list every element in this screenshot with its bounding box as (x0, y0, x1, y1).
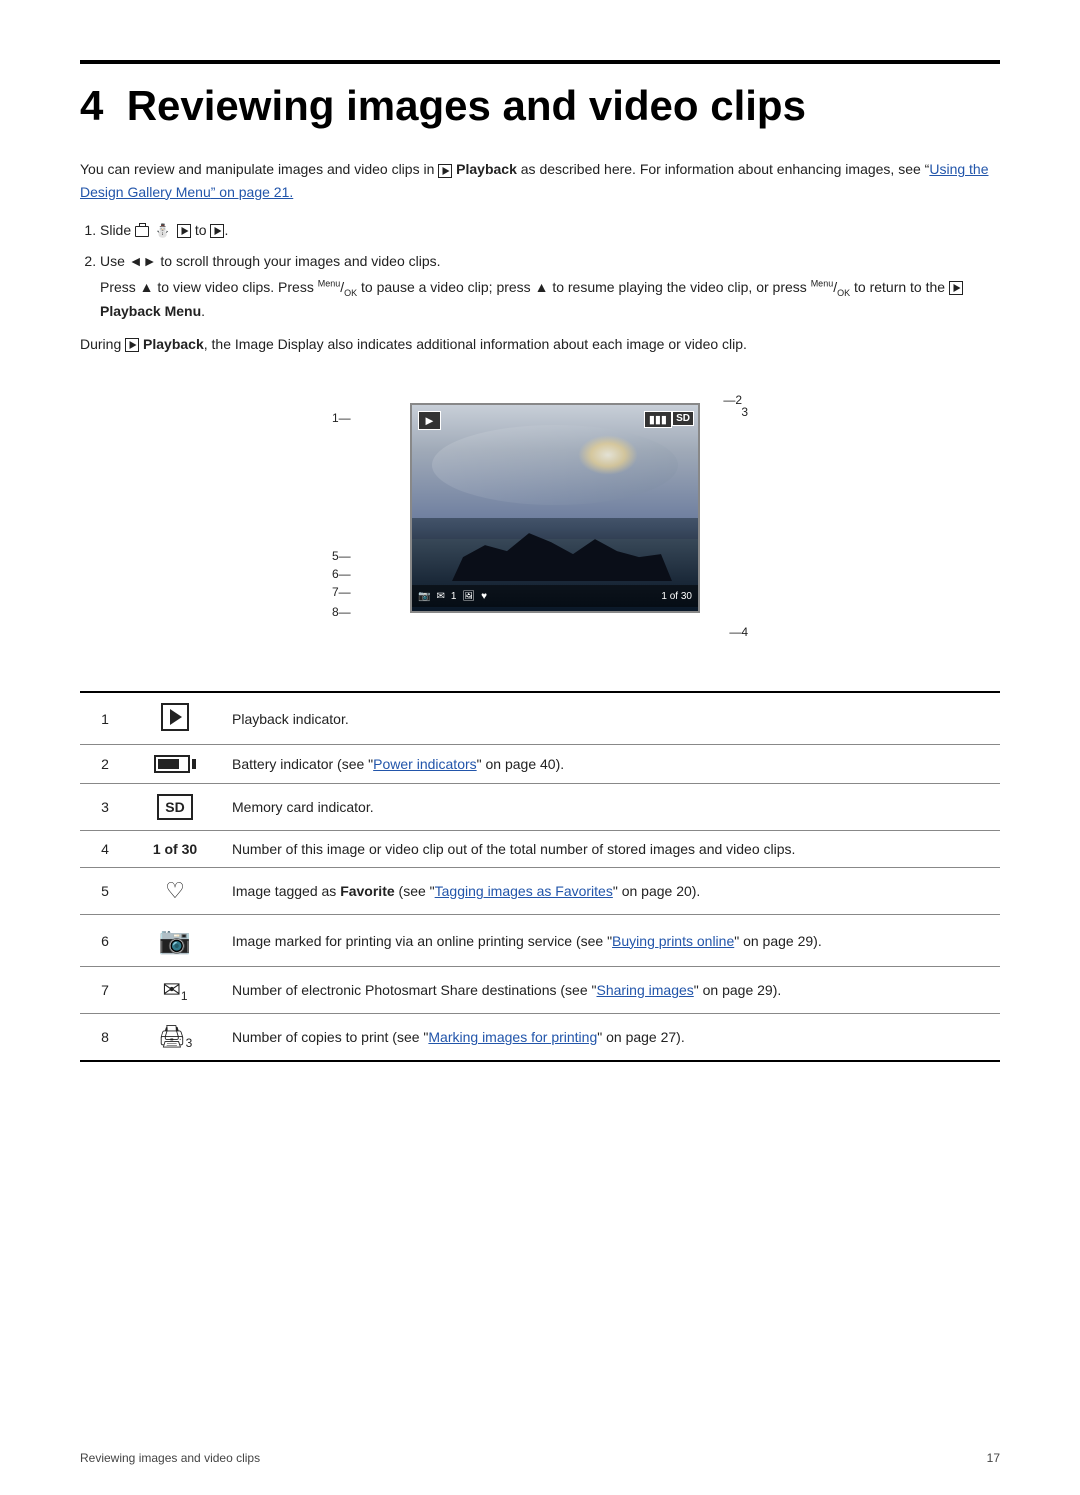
sd-card-icon: SD (157, 794, 192, 820)
power-indicators-link[interactable]: Power indicators (373, 756, 477, 772)
table-row: 6 📷 Image marked for printing via an onl… (80, 915, 1000, 967)
steps-list: Slide ⛄ to . Use ◄► to scroll through yo… (100, 219, 1000, 323)
design-gallery-link-end: ” on page 21. (211, 184, 294, 200)
copies-count: 3 (186, 1036, 193, 1050)
step-2-subtext: Press ▲ to view video clips. Press Menu/… (100, 276, 1000, 323)
tagging-favorites-link[interactable]: Tagging images as Favorites (435, 883, 613, 899)
diag-label-1: 1— (332, 411, 351, 425)
row-desc-3: Memory card indicator. (220, 784, 1000, 831)
chapter-header: 4 Reviewing images and video clips (80, 60, 1000, 130)
online-print-icon: 📷 (159, 925, 191, 956)
camera-screen: ► ▮▮▮ SD 📷 ✉1 🖼 ♥ 1 of 30 (410, 403, 700, 613)
table-row: 4 1 of 30 Number of this image or video … (80, 831, 1000, 868)
menu-ok-sub1: OK (344, 288, 357, 298)
play-mode-icon (177, 224, 191, 238)
screen-print2-icon: 🖼 (462, 591, 475, 602)
row-desc-7: Number of electronic Photosmart Share de… (220, 967, 1000, 1014)
diag-label-4: —4 (729, 625, 748, 639)
chapter-number: 4 (80, 82, 103, 129)
menu-ok-sup1: Menu (318, 279, 341, 289)
row-desc-4: Number of this image or video clip out o… (220, 831, 1000, 868)
row-desc-2: Battery indicator (see "Power indicators… (220, 745, 1000, 784)
screen-play-icon: ► (418, 411, 441, 430)
row-desc-5: Image tagged as Favorite (see "Tagging i… (220, 868, 1000, 915)
step-2: Use ◄► to scroll through your images and… (100, 250, 1000, 323)
row-icon-3: SD (130, 784, 220, 831)
row-desc-1: Playback indicator. (220, 692, 1000, 745)
playback-mode-icon (438, 164, 452, 178)
row-num-8: 8 (80, 1014, 130, 1062)
table-row: 3 SD Memory card indicator. (80, 784, 1000, 831)
screen-share-icon: ✉ (436, 591, 444, 602)
playback-menu-icon (949, 281, 963, 295)
menu-ok-sup2: Menu (811, 279, 834, 289)
row-icon-7: ✉1 (130, 967, 220, 1014)
row-icon-5: ♡ (130, 868, 220, 915)
copies-printer-icon: 🖨 (158, 1024, 186, 1050)
sharing-images-link[interactable]: Sharing images (596, 982, 693, 998)
diag-label-6: 6— (332, 567, 351, 581)
table-row: 1 Playback indicator. (80, 692, 1000, 745)
camera-display-diagram: ► ▮▮▮ SD 📷 ✉1 🖼 ♥ 1 of 30 1— —2 3 —4 (80, 383, 1000, 663)
table-row: 2 Battery indicator (see "Power indicato… (80, 745, 1000, 784)
diag-label-3: 3 (741, 405, 748, 419)
screen-sd-icon: SD (672, 411, 694, 426)
battery-nib (192, 759, 196, 769)
page-footer: Reviewing images and video clips 17 (80, 1451, 1000, 1465)
during-playback-icon (125, 338, 139, 352)
diagram-container: ► ▮▮▮ SD 📷 ✉1 🖼 ♥ 1 of 30 1— —2 3 —4 (330, 383, 750, 663)
diag-label-2: —2 (723, 393, 742, 407)
diag-label-8: 8— (332, 605, 351, 619)
cloud-area (432, 425, 678, 505)
camera-icon (135, 226, 149, 237)
reference-table: 1 Playback indicator. 2 Battery (80, 691, 1000, 1062)
diag-label-7: 7— (332, 585, 351, 599)
favorite-heart-icon: ♡ (165, 878, 185, 903)
row-icon-8: 🖨3 (130, 1014, 220, 1062)
row-icon-6: 📷 (130, 915, 220, 967)
row-icon-2 (130, 745, 220, 784)
row-num-4: 4 (80, 831, 130, 868)
table-row: 5 ♡ Image tagged as Favorite (see "Taggi… (80, 868, 1000, 915)
share-envelope-icon: ✉ (162, 977, 180, 1003)
row-icon-1 (130, 692, 220, 745)
scene-icon: ⛄ (155, 221, 171, 242)
table-row: 7 ✉1 Number of electronic Photosmart Sha… (80, 967, 1000, 1014)
table-row: 8 🖨3 Number of copies to print (see "Mar… (80, 1014, 1000, 1062)
battery-body (154, 755, 190, 773)
row-desc-8: Number of copies to print (see "Marking … (220, 1014, 1000, 1062)
row-icon-4: 1 of 30 (130, 831, 220, 868)
image-count-icon: 1 of 30 (153, 841, 197, 857)
row-num-1: 1 (80, 692, 130, 745)
battery-indicator-icon (154, 755, 196, 773)
row-num-3: 3 (80, 784, 130, 831)
chapter-title: 4 Reviewing images and video clips (80, 82, 1000, 130)
screen-print-icon: 📷 (418, 591, 430, 602)
row-num-6: 6 (80, 915, 130, 967)
row-num-5: 5 (80, 868, 130, 915)
during-paragraph: During Playback, the Image Display also … (80, 333, 1000, 355)
intro-paragraph: You can review and manipulate images and… (80, 158, 1000, 203)
screen-battery-icon: ▮▮▮ (644, 411, 672, 428)
row-num-7: 7 (80, 967, 130, 1014)
screen-bottom-bar: 📷 ✉1 🖼 ♥ 1 of 30 (412, 585, 698, 607)
diag-label-5: 5— (332, 549, 351, 563)
marking-printing-link[interactable]: Marking images for printing (428, 1029, 597, 1045)
row-desc-6: Image marked for printing via an online … (220, 915, 1000, 967)
battery-fill (158, 759, 179, 769)
screen-count: 1 of 30 (661, 591, 692, 602)
footer-page-number: 17 (987, 1451, 1000, 1465)
step-1: Slide ⛄ to . (100, 219, 1000, 242)
screen-heart-icon: ♥ (481, 591, 487, 602)
footer-chapter-title: Reviewing images and video clips (80, 1451, 260, 1465)
playback-icon (210, 224, 224, 238)
share-count: 1 (181, 989, 188, 1003)
row-num-2: 2 (80, 745, 130, 784)
buying-prints-link[interactable]: Buying prints online (612, 933, 734, 949)
play-indicator-icon (161, 703, 189, 731)
menu-ok-sub2: OK (837, 288, 850, 298)
